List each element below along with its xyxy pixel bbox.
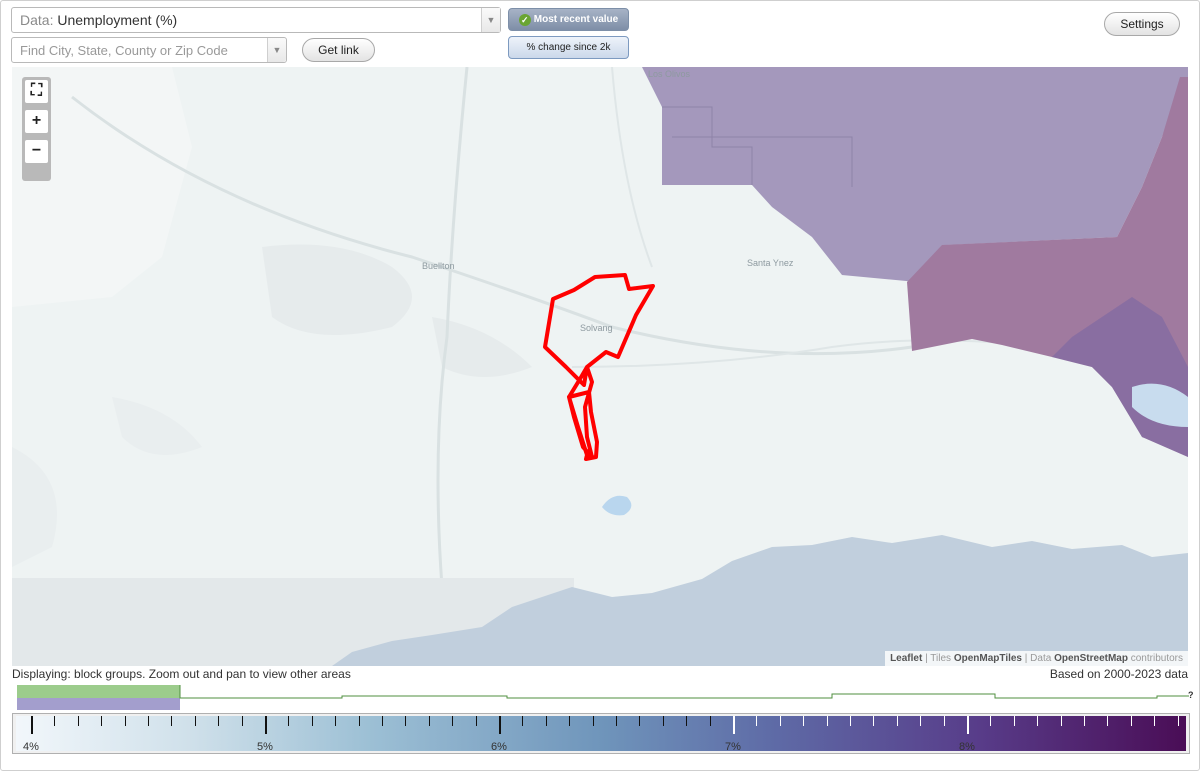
legend-minor-tick	[475, 716, 477, 726]
legend-minor-tick	[171, 716, 173, 726]
legend-minor-tick	[826, 716, 828, 726]
data-selector[interactable]: Data: Unemployment (%) ▼	[11, 7, 501, 33]
map-layer	[12, 67, 1188, 666]
help-icon[interactable]: ?	[1188, 690, 1194, 700]
legend-gradient	[16, 716, 1186, 751]
legend-minor-tick	[592, 716, 594, 726]
legend-minor-tick	[54, 716, 56, 726]
data-prefix: Data:	[20, 12, 54, 28]
leaflet-link[interactable]: Leaflet	[890, 653, 922, 664]
legend-minor-tick	[148, 716, 149, 726]
map-canvas[interactable]: ⛶ + − Los Olivos Buellton Santa Ynez Sol…	[12, 67, 1188, 666]
legend-label: 8%	[959, 741, 975, 753]
place-label-los-olivos: Los Olivos	[648, 69, 691, 79]
legend-minor-tick	[545, 716, 547, 726]
legend-minor-tick	[662, 716, 664, 726]
legend-label: 4%	[23, 741, 39, 753]
legend-minor-tick	[382, 716, 383, 726]
legend-minor-tick	[920, 716, 922, 726]
legend-minor-tick	[522, 716, 524, 726]
legend-minor-tick	[241, 716, 243, 726]
legend-minor-tick	[1084, 716, 1085, 726]
legend-major-tick	[31, 716, 33, 734]
get-link-button[interactable]: Get link	[302, 38, 375, 62]
legend-minor-tick	[428, 716, 430, 726]
check-icon: ✓	[518, 14, 531, 26]
legend-minor-tick	[686, 716, 688, 726]
legend-label: 6%	[491, 741, 507, 753]
legend-minor-tick	[1060, 716, 1062, 726]
data-range-text: Based on 2000-2023 data	[1049, 667, 1188, 681]
legend-minor-tick	[194, 716, 196, 726]
legend-minor-tick	[756, 716, 758, 726]
legend-minor-tick	[311, 716, 313, 726]
percent-change-button[interactable]: % change since 2k	[508, 36, 629, 59]
legend-minor-tick	[77, 716, 79, 726]
legend-minor-tick	[873, 716, 875, 726]
openstreetmap-link[interactable]: OpenStreetMap	[1054, 653, 1128, 664]
place-label-santa-ynez: Santa Ynez	[747, 258, 794, 268]
zoom-out-button[interactable]: −	[25, 140, 48, 163]
legend-major-tick	[499, 716, 501, 734]
legend-minor-tick	[218, 716, 220, 726]
zoom-controls: ⛶ + −	[22, 77, 51, 181]
data-value: Unemployment (%)	[57, 12, 178, 28]
legend-minor-tick	[779, 716, 781, 726]
location-search-input[interactable]	[11, 37, 287, 63]
openmaptiles-link[interactable]: OpenMapTiles	[954, 653, 1022, 664]
legend-minor-tick	[896, 716, 898, 726]
legend-major-tick	[967, 716, 969, 734]
legend-minor-tick	[639, 716, 641, 726]
legend-minor-tick	[943, 716, 945, 726]
color-legend: 4% 5% 6% 7% 8%	[12, 713, 1190, 754]
legend-major-tick	[265, 716, 267, 734]
legend-minor-tick	[709, 716, 711, 726]
legend-minor-tick	[1177, 716, 1179, 726]
legend-major-tick	[733, 716, 735, 734]
chevron-down-icon[interactable]: ▼	[267, 38, 286, 62]
legend-minor-tick	[569, 716, 571, 726]
chevron-down-icon[interactable]: ▼	[481, 8, 500, 32]
timeline-strip	[17, 685, 1189, 710]
legend-minor-tick	[1107, 716, 1109, 726]
place-label-solvang: Solvang	[580, 323, 613, 333]
display-status-text: Displaying: block groups. Zoom out and p…	[12, 667, 351, 681]
settings-button[interactable]: Settings	[1104, 12, 1180, 36]
most-recent-label: Most recent value	[533, 14, 619, 25]
legend-minor-tick	[1130, 716, 1132, 726]
legend-minor-tick	[405, 716, 407, 726]
legend-minor-tick	[803, 716, 805, 726]
legend-minor-tick	[850, 716, 851, 726]
legend-minor-tick	[1154, 716, 1156, 726]
legend-minor-tick	[990, 716, 992, 726]
legend-minor-tick	[358, 716, 360, 726]
legend-minor-tick	[101, 716, 103, 726]
legend-minor-tick	[1013, 716, 1015, 726]
legend-minor-tick	[1037, 716, 1039, 726]
legend-label: 7%	[725, 741, 741, 753]
map-attribution: Leaflet | Tiles OpenMapTiles | Data Open…	[885, 651, 1188, 666]
legend-minor-tick	[452, 716, 454, 726]
zoom-in-button[interactable]: +	[25, 110, 48, 133]
legend-minor-tick	[288, 716, 290, 726]
legend-minor-tick	[616, 716, 617, 726]
fullscreen-icon[interactable]: ⛶	[25, 80, 48, 103]
legend-minor-tick	[124, 716, 126, 726]
legend-label: 5%	[257, 741, 273, 753]
legend-minor-tick	[335, 716, 337, 726]
place-label-buellton: Buellton	[422, 261, 455, 271]
most-recent-value-button[interactable]: ✓ Most recent value	[508, 8, 629, 31]
